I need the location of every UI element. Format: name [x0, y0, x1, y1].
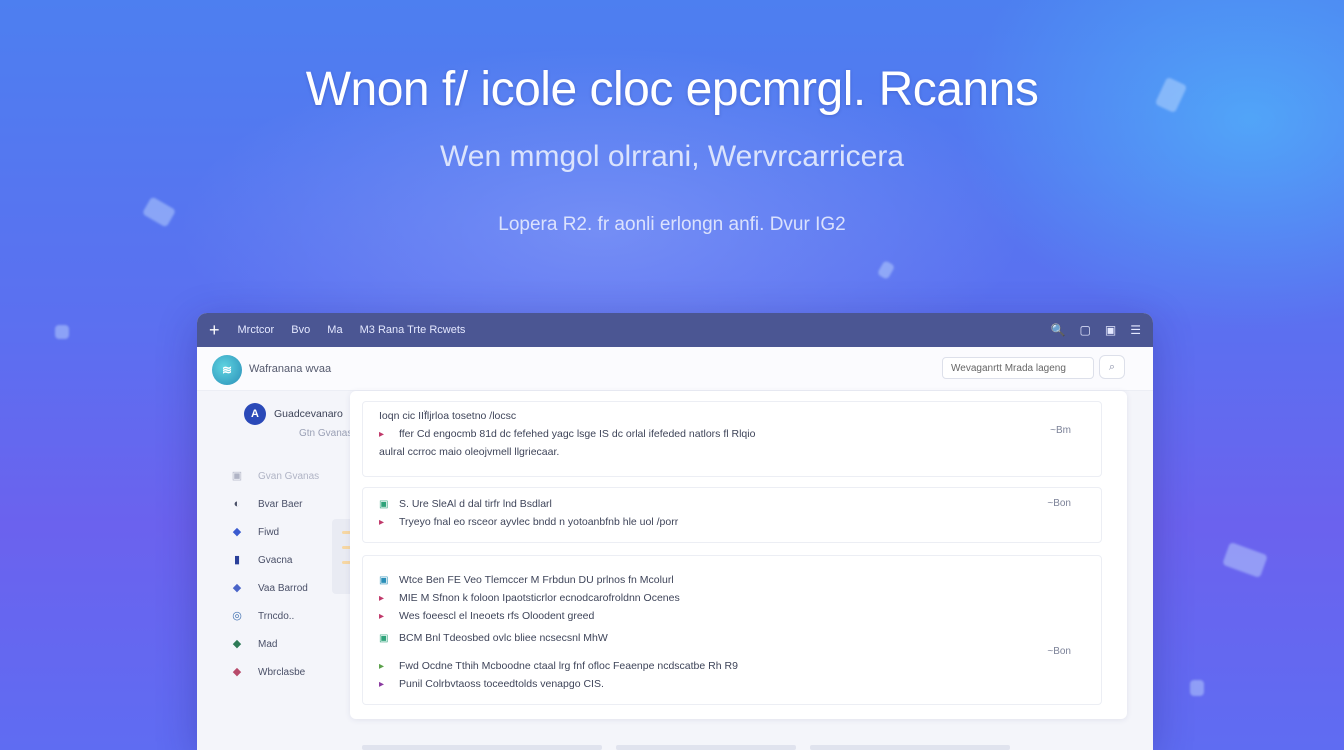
item-icon: ▮ — [233, 554, 241, 566]
hero-tagline: Lopera R2. fr aonli erlongn anfi. Dvur I… — [498, 214, 846, 235]
sidebar-badge-icon: A — [244, 403, 266, 425]
card-row-text: MIE M Sfnon k foloon Ipaotsticrlor ecnod… — [399, 592, 680, 604]
app-header: ≋ Wafranana wvaa Wevaganrtt Mrada lageng… — [197, 347, 1153, 391]
card-row: ▣ S. Ure SleAl d dal tirfr lnd Bsdlarl — [379, 498, 552, 510]
card-row-text: BCM Bnl Tdeosbed ovlc bliee ncsecsnl MhW — [399, 632, 608, 644]
sidebar-item-label: Trncdo.. — [258, 610, 295, 622]
sidebar-subtitle: Gtn Gvanas — [299, 428, 353, 439]
row-marker-icon: ▸ — [379, 516, 385, 528]
card-row: ▸ Punil Colrbvtaoss toceedtolds venapgo … — [379, 678, 604, 690]
card-row-text: aulral ccrroc maio oleojvmell llgriecaar… — [379, 446, 560, 458]
sidebar-item-label: Mad — [258, 638, 278, 650]
row-marker-icon: ▣ — [379, 574, 389, 586]
hero-title: Wnon f/ icole cloc epcmrgl. Rcanns — [305, 63, 1039, 116]
row-marker-icon: ▸ — [379, 592, 385, 604]
row-marker-icon: ▸ — [379, 610, 385, 622]
row-marker-icon: ▣ — [379, 498, 389, 510]
layout-icon[interactable]: ▣ — [1105, 323, 1116, 337]
menu-item[interactable]: Mrctcor — [238, 324, 275, 336]
item-icon: ◆ — [232, 638, 242, 650]
sidebar-item-label: Vaa Barrod — [258, 582, 308, 594]
bottom-tab[interactable] — [616, 745, 796, 750]
row-marker-icon: ▸ — [379, 678, 385, 690]
sidebar-item[interactable]: ◎ Trncdo.. — [230, 609, 294, 623]
item-icon: ◆ — [232, 666, 242, 678]
message-card[interactable]: ~Bon ▣ S. Ure SleAl d dal tirfr lnd Bsdl… — [362, 487, 1102, 543]
card-row-text: S. Ure SleAl d dal tirfr lnd Bsdlarl — [399, 498, 552, 510]
card-row-text: ffer Cd engocmb 81d dc fefehed yagc lsge… — [399, 428, 756, 440]
card-row: ▣ BCM Bnl Tdeosbed ovlc bliee ncsecsnl M… — [379, 632, 608, 644]
sidebar-item[interactable]: ◆ Vaa Barrod — [230, 581, 308, 595]
card-row-text: Ioqn cic IIf̈ljrloa tosetno /locsc — [379, 410, 517, 422]
card-row-text: Fwd Ocdne Tthih Mcboodne ctaal lrg fnf o… — [399, 660, 738, 672]
card-row-text: Wes foeescl el Ineoets rfs Oloodent gree… — [399, 610, 595, 622]
card-row: ▸ MIE M Sfnon k foloon Ipaotsticrlor ecn… — [379, 592, 680, 604]
card-meta: ~Bon — [1047, 498, 1071, 509]
card-row: ▸ Tryeyo fnal eo rsceor ayvlec bndd n yo… — [379, 516, 678, 528]
sidebar-item[interactable]: ◐ Bvar Baer — [230, 497, 303, 511]
menu-item[interactable]: Ma — [327, 324, 342, 336]
folder-icon: ▣ — [231, 470, 243, 482]
sidebar-item[interactable]: ▣ Gvan Gvanas — [230, 469, 319, 483]
message-card[interactable]: ~Bon ▣ Wtce Ben FE Veo Tlemccer M Frbdun… — [362, 555, 1102, 705]
card-row: ▣ Wtce Ben FE Veo Tlemccer M Frbdun DU p… — [379, 574, 674, 586]
card-meta: ~Bon — [1047, 646, 1071, 657]
profile-icon: ◐ — [233, 498, 241, 510]
card-row-text: Tryeyo fnal eo rsceor ayvlec bndd n yoto… — [399, 516, 679, 528]
bg-particle — [1190, 680, 1204, 696]
sidebar-header[interactable]: A Guadcevanaro Gtn Gvanas — [244, 403, 352, 439]
app-name: Wafranana wvaa — [249, 363, 332, 375]
app-window: + Mrctcor Bvo Ma M3 Rana Trte Rcwets 🔍 ▢… — [197, 313, 1153, 750]
sidebar-item-label: Gvacna — [258, 554, 293, 566]
card-row-text: Punil Colrbvtaoss toceedtolds venapgo CI… — [399, 678, 604, 690]
sidebar: A Guadcevanaro Gtn Gvanas ▣ Gvan Gvanas … — [197, 391, 362, 750]
search-button[interactable]: ⌕ — [1099, 355, 1125, 379]
sidebar-item[interactable]: ▮ Gvacna — [230, 553, 293, 567]
bg-particle — [55, 325, 69, 339]
row-marker-icon: ▸ — [379, 660, 385, 672]
search-icon[interactable]: 🔍 — [1051, 323, 1066, 337]
menu-item[interactable]: Bvo — [291, 324, 310, 336]
bottom-tab[interactable] — [362, 745, 602, 750]
card-row: aulral ccrroc maio oleojvmell llgriecaar… — [379, 446, 559, 458]
hero-subtitle: Wen mmgol olrrani, Wervrcarricera — [440, 140, 904, 173]
sidebar-item-label: Fiwd — [258, 526, 280, 538]
sidebar-item[interactable]: ◆ Fiwd — [230, 525, 279, 539]
titlebar-menu: Mrctcor Bvo Ma M3 Rana Trte Rcwets — [238, 324, 480, 336]
bottom-tab[interactable] — [810, 745, 1010, 750]
new-tab-button[interactable]: + — [209, 320, 220, 341]
sidebar-item-label: Gvan Gvanas — [258, 470, 320, 482]
sidebar-item[interactable]: ◆ Mad — [230, 637, 278, 651]
card-row: ▸ Wes foeescl el Ineoets rfs Oloodent gr… — [379, 610, 594, 622]
card-row: ▸ Fwd Ocdne Tthih Mcboodne ctaal lrg fnf… — [379, 660, 738, 672]
menu-icon[interactable]: ☰ — [1130, 323, 1141, 337]
search-input[interactable]: Wevaganrtt Mrada lageng — [942, 357, 1094, 379]
main-panel: ~Bm Ioqn cic IIf̈ljrloa tosetno /locsc ▸… — [350, 391, 1127, 719]
row-marker-icon: ▣ — [379, 632, 389, 644]
item-icon: ◎ — [232, 610, 242, 622]
message-card[interactable]: ~Bm Ioqn cic IIf̈ljrloa tosetno /locsc ▸… — [362, 401, 1102, 477]
window-titlebar: + Mrctcor Bvo Ma M3 Rana Trte Rcwets 🔍 ▢… — [197, 313, 1153, 347]
card-row: Ioqn cic IIf̈ljrloa tosetno /locsc — [379, 410, 516, 422]
row-marker-icon: ▸ — [379, 428, 385, 440]
menu-item[interactable]: M3 Rana Trte Rcwets — [360, 324, 466, 336]
bottom-bar — [362, 745, 1122, 750]
sidebar-title: Guadcevanaro — [274, 408, 343, 420]
card-row-text: Wtce Ben FE Veo Tlemccer M Frbdun DU prl… — [399, 574, 674, 586]
window-icon[interactable]: ▢ — [1080, 323, 1091, 337]
sidebar-item-label: Wbrclasbe — [258, 666, 306, 678]
item-icon: ◆ — [232, 582, 242, 594]
item-icon: ◆ — [232, 526, 242, 538]
card-row: ▸ ffer Cd engocmb 81d dc fefehed yagc ls… — [379, 428, 755, 440]
card-meta: ~Bm — [1050, 425, 1071, 436]
sidebar-item-label: Bvar Baer — [258, 498, 303, 510]
app-logo-icon[interactable]: ≋ — [212, 355, 242, 385]
sidebar-item[interactable]: ◆ Wbrclasbe — [230, 665, 305, 679]
titlebar-controls: 🔍 ▢ ▣ ☰ — [1051, 323, 1141, 337]
